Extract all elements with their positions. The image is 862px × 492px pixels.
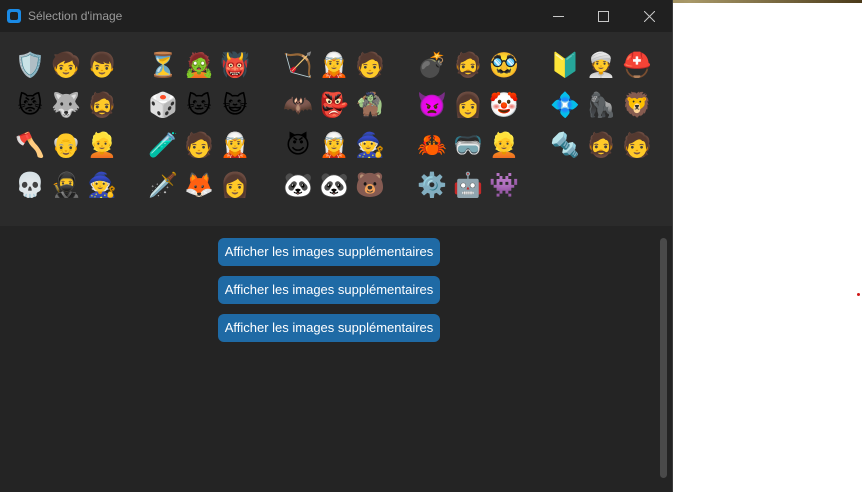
devil-face-icon[interactable]: 😈 bbox=[282, 130, 314, 162]
white-face-icon[interactable]: 👳 bbox=[585, 50, 617, 82]
orange-elf-icon[interactable]: 🧑 bbox=[354, 50, 386, 82]
ape-face-icon[interactable]: 🦍 bbox=[585, 90, 617, 122]
orange-elf-icon[interactable]: 🧝 bbox=[318, 50, 350, 82]
scrollable-area: Afficher les images supplémentaires Affi… bbox=[0, 226, 672, 492]
robot-face-icon[interactable]: 👾 bbox=[488, 170, 520, 202]
dice-icon[interactable]: 🎲 bbox=[147, 90, 179, 122]
crab-emblem-icon[interactable]: 🦀 bbox=[416, 130, 448, 162]
face-icon[interactable]: 🧑 bbox=[183, 130, 215, 162]
potion-icon[interactable]: 🧪 bbox=[147, 130, 179, 162]
cat-mask-icon[interactable]: 🐱 bbox=[183, 90, 215, 122]
hooded-face-icon[interactable]: 🧙 bbox=[86, 170, 118, 202]
arrow-icon[interactable]: 🏹 bbox=[282, 50, 314, 82]
avatar-group: 🔰 👳 ⛑️ 💠 🦍 🦁 🔩 🧔 🧑 bbox=[549, 50, 657, 170]
show-more-images-button[interactable]: Afficher les images supplémentaires bbox=[218, 238, 440, 266]
button-stack: Afficher les images supplémentaires Affi… bbox=[218, 238, 440, 352]
goblin-face-icon[interactable]: 🧌 bbox=[354, 90, 386, 122]
avatar-group: 🏹 🧝 🧑 🦇 👺 🧌 😈 🧝 🧙 🐼 🐼 🐻 bbox=[282, 50, 390, 210]
title-bar[interactable]: Sélection d'image bbox=[0, 0, 672, 32]
hero-face-icon[interactable]: 👦 bbox=[86, 50, 118, 82]
panda-face-icon[interactable]: 🐼 bbox=[318, 170, 350, 202]
emblem-icon[interactable]: 🛡️ bbox=[14, 50, 46, 82]
avatar-group: 🛡️ 🧒 👦 😾 🐺 🧔 🪓 👴 👱 💀 🥷 🧙 bbox=[14, 50, 122, 210]
axe-icon[interactable]: 🪓 bbox=[14, 130, 46, 162]
close-icon bbox=[643, 10, 655, 22]
goggles-face-icon[interactable]: 🥽 bbox=[452, 130, 484, 162]
minimize-button[interactable] bbox=[535, 0, 581, 32]
gear-ring-icon[interactable]: ⚙️ bbox=[416, 170, 448, 202]
show-more-images-button[interactable]: Afficher les images supplémentaires bbox=[218, 314, 440, 342]
panda-face-icon[interactable]: 🐻 bbox=[354, 170, 386, 202]
elf-face-icon[interactable]: 🧝 bbox=[219, 130, 251, 162]
maximize-button[interactable] bbox=[580, 0, 626, 32]
red-haired-face-icon[interactable]: 👩 bbox=[219, 170, 251, 202]
monk-face-icon[interactable]: 🧔 bbox=[585, 130, 617, 162]
bearded-face-icon[interactable]: 🥸 bbox=[488, 50, 520, 82]
vertical-scrollbar[interactable] bbox=[658, 234, 668, 486]
show-more-images-button[interactable]: Afficher les images supplémentaires bbox=[218, 276, 440, 304]
maximize-icon bbox=[597, 10, 609, 22]
red-dot bbox=[857, 293, 860, 296]
scrollbar-thumb[interactable] bbox=[660, 238, 667, 478]
bat-face-icon[interactable]: 🦇 bbox=[282, 90, 314, 122]
avatar-group: ⏳ 🧟 👹 🎲 🐱 😺 🧪 🧑 🧝 🗡️ 🦊 👩 bbox=[147, 50, 255, 210]
gem-emblem-icon[interactable]: 💠 bbox=[549, 90, 581, 122]
drill-icon[interactable]: 🔩 bbox=[549, 130, 581, 162]
hero-face-icon[interactable]: 🧒 bbox=[50, 50, 82, 82]
horned-face-icon[interactable]: 😾 bbox=[14, 90, 46, 122]
mummy-face-icon[interactable]: 🧟 bbox=[183, 50, 215, 82]
fox-face-icon[interactable]: 🦊 bbox=[183, 170, 215, 202]
window-title: Sélection d'image bbox=[28, 9, 123, 23]
monk-face-icon[interactable]: 🧑 bbox=[621, 130, 653, 162]
lion-face-icon[interactable]: 🦁 bbox=[621, 90, 653, 122]
blonde-face-icon[interactable]: 👱 bbox=[488, 130, 520, 162]
sword-icon[interactable]: 🗡️ bbox=[147, 170, 179, 202]
hooded-face-icon[interactable]: 🥷 bbox=[50, 170, 82, 202]
skull-icon[interactable]: 💀 bbox=[14, 170, 46, 202]
masked-face-icon[interactable]: 🐺 bbox=[50, 90, 82, 122]
avatar-group: 💣 🧔 🥸 👿 👩 🤡 🦀 🥽 👱 ⚙️ 🤖 👾 bbox=[416, 50, 524, 210]
goblin-face-icon[interactable]: 👺 bbox=[318, 90, 350, 122]
old-face-icon[interactable]: 👴 bbox=[50, 130, 82, 162]
hourglass-icon[interactable]: ⏳ bbox=[147, 50, 179, 82]
image-selection-window: Sélection d'image 🛡️ 🧒 👦 😾 🐺 🧔 🪓 👴 👱 💀 🥷 🧙 ⏳ 🧟 👹 🎲 🐱 😺 🧪 🧑 🧝… bbox=[0, 0, 672, 492]
demon-face-icon[interactable]: 👿 bbox=[416, 90, 448, 122]
avatar-panel: 🛡️ 🧒 👦 😾 🐺 🧔 🪓 👴 👱 💀 🥷 🧙 ⏳ 🧟 👹 🎲 🐱 😺 🧪 🧑 🧝 🗡️ 🦊 👩 🏹 🧝 🧑 🦇 👺 🧌 😈 🧝 🧙 🐼 🐼 🐻 💣 🧔… bbox=[0, 32, 672, 226]
green-elf-icon[interactable]: 🧝 bbox=[318, 130, 350, 162]
winged-helm-icon[interactable]: ⛑️ bbox=[621, 50, 653, 82]
viking-face-icon[interactable]: 🧔 bbox=[86, 90, 118, 122]
robot-face-icon[interactable]: 🤖 bbox=[452, 170, 484, 202]
app-icon bbox=[7, 9, 21, 23]
bomb-icon[interactable]: 💣 bbox=[416, 50, 448, 82]
minimize-icon bbox=[552, 15, 564, 17]
bearded-face-icon[interactable]: 🧔 bbox=[452, 50, 484, 82]
close-button[interactable] bbox=[626, 0, 672, 32]
cat-mask-icon[interactable]: 😺 bbox=[219, 90, 251, 122]
monster-face-icon[interactable]: 👹 bbox=[219, 50, 251, 82]
blonde-face-icon[interactable]: 👱 bbox=[86, 130, 118, 162]
panda-mask-icon[interactable]: 🐼 bbox=[282, 170, 314, 202]
wing-emblem-icon[interactable]: 🔰 bbox=[549, 50, 581, 82]
green-elf-icon[interactable]: 🧙 bbox=[354, 130, 386, 162]
red-haired-face-icon[interactable]: 👩 bbox=[452, 90, 484, 122]
clown-face-icon[interactable]: 🤡 bbox=[488, 90, 520, 122]
